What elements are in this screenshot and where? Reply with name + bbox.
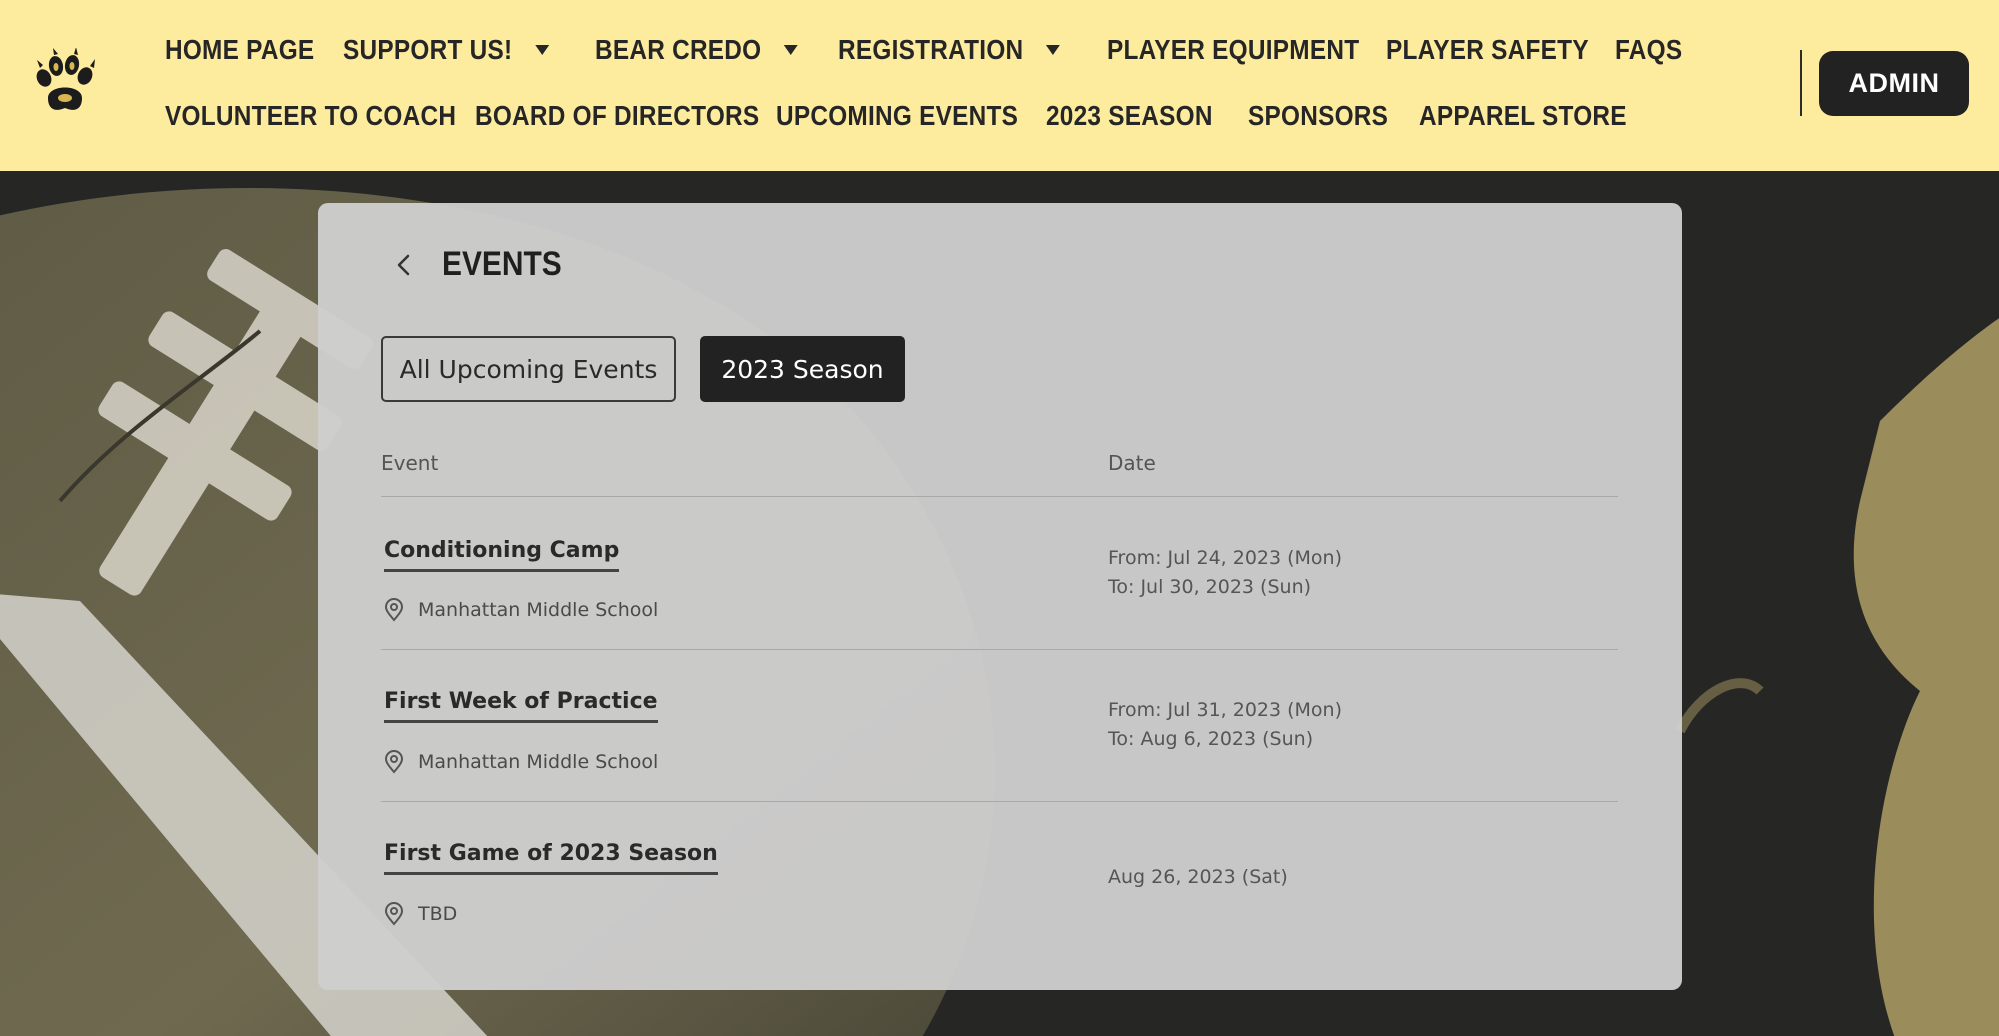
nav-player-equipment[interactable]: PLAYER EQUIPMENT xyxy=(1107,28,1359,72)
nav-player-safety-label: PLAYER SAFETY xyxy=(1386,34,1589,65)
table-header-divider xyxy=(381,496,1618,497)
nav-registration-label: REGISTRATION xyxy=(838,34,1024,65)
nav-2023-season[interactable]: 2023 SEASON xyxy=(1046,94,1222,138)
row-divider xyxy=(381,649,1618,650)
events-card: EVENTS All Upcoming Events 2023 Season E… xyxy=(318,203,1682,990)
event-location: Manhattan Middle School xyxy=(384,750,658,774)
map-pin-icon xyxy=(384,598,404,622)
nav-season-label: 2023 SEASON xyxy=(1046,100,1213,131)
nav-upcoming-label: UPCOMING EVENTS xyxy=(776,100,1019,131)
event-location-label: Manhattan Middle School xyxy=(418,599,659,621)
nav-player-equipment-label: PLAYER EQUIPMENT xyxy=(1107,34,1360,65)
event-location: Manhattan Middle School xyxy=(384,598,658,622)
tab-all-upcoming-events[interactable]: All Upcoming Events xyxy=(381,336,676,402)
nav-home-page-label: HOME PAGE xyxy=(165,34,315,65)
chevron-down-icon xyxy=(1046,45,1060,55)
row-divider xyxy=(381,801,1618,802)
chevron-down-icon xyxy=(534,45,549,55)
event-date: Aug 26, 2023 (Sat) xyxy=(1108,863,1288,892)
event-location-label: Manhattan Middle School xyxy=(418,751,659,773)
map-pin-icon xyxy=(384,902,404,926)
event-link[interactable]: First Game of 2023 Season xyxy=(384,841,718,875)
tab-2023-season[interactable]: 2023 Season xyxy=(700,336,905,402)
nav-bear-credo-label: BEAR CREDO xyxy=(595,34,762,65)
column-header-event: Event xyxy=(381,451,439,475)
nav-support-us-label: SUPPORT US! xyxy=(343,34,513,65)
event-date: From: Jul 24, 2023 (Mon) To: Jul 30, 202… xyxy=(1108,544,1342,602)
nav-sponsors-label: SPONSORS xyxy=(1248,100,1389,131)
admin-button[interactable]: ADMIN xyxy=(1819,51,1969,116)
event-link[interactable]: Conditioning Camp xyxy=(384,538,620,572)
column-header-date: Date xyxy=(1108,451,1156,475)
chevron-left-icon[interactable] xyxy=(390,250,420,280)
nav-faqs-label: FAQS xyxy=(1615,34,1683,65)
nav-registration[interactable]: REGISTRATION xyxy=(838,28,1072,72)
secondary-nav-row: VOLUNTEER TO COACH BOARD OF DIRECTORS UP… xyxy=(165,94,1627,138)
event-date-from: From: Jul 24, 2023 (Mon) xyxy=(1108,547,1343,569)
event-link[interactable]: First Week of Practice xyxy=(384,689,658,723)
nav-home-page[interactable]: HOME PAGE xyxy=(165,28,320,72)
chevron-down-icon xyxy=(783,45,798,55)
nav-board-of-directors[interactable]: BOARD OF DIRECTORS xyxy=(475,94,759,138)
nav-sponsors[interactable]: SPONSORS xyxy=(1248,94,1397,138)
nav-apparel-store[interactable]: APPAREL STORE xyxy=(1419,94,1627,138)
primary-nav-row: HOME PAGE SUPPORT US! BEAR CREDO REGISTR… xyxy=(165,28,1695,72)
nav-player-safety[interactable]: PLAYER SAFETY xyxy=(1386,28,1589,72)
event-location-label: TBD xyxy=(418,903,458,925)
nav-support-us[interactable]: SUPPORT US! xyxy=(343,28,562,72)
nav-apparel-label: APPAREL STORE xyxy=(1419,100,1627,131)
event-location: TBD xyxy=(384,902,457,926)
event-date: From: Jul 31, 2023 (Mon) To: Aug 6, 2023… xyxy=(1108,696,1342,754)
site-header: HOME PAGE SUPPORT US! BEAR CREDO REGISTR… xyxy=(0,0,1999,171)
nav-volunteer-to-coach[interactable]: VOLUNTEER TO COACH xyxy=(165,94,456,138)
event-date-single: Aug 26, 2023 (Sat) xyxy=(1108,866,1288,888)
nav-volunteer-label: VOLUNTEER TO COACH xyxy=(165,100,457,131)
map-pin-icon xyxy=(384,750,404,774)
event-date-to: To: Jul 30, 2023 (Sun) xyxy=(1108,576,1312,598)
bear-paw-logo-icon[interactable] xyxy=(30,47,100,118)
nav-upcoming-events[interactable]: UPCOMING EVENTS xyxy=(776,94,1018,138)
event-date-from: From: Jul 31, 2023 (Mon) xyxy=(1108,699,1343,721)
nav-faqs[interactable]: FAQS xyxy=(1615,28,1685,72)
page-title: EVENTS xyxy=(442,245,562,283)
header-divider xyxy=(1800,50,1802,116)
nav-bear-credo[interactable]: BEAR CREDO xyxy=(595,28,806,72)
nav-board-label: BOARD OF DIRECTORS xyxy=(475,100,760,131)
event-date-to: To: Aug 6, 2023 (Sun) xyxy=(1108,728,1314,750)
